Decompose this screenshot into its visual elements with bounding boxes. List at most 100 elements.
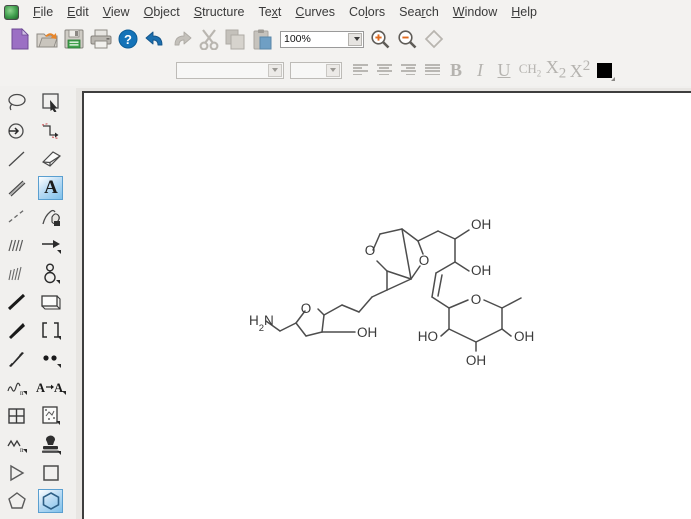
- atom-label-pyranose-oxygen: O: [471, 292, 482, 307]
- stamp-tool[interactable]: [34, 430, 68, 459]
- align-justify-button[interactable]: [420, 58, 444, 82]
- svg-text:A: A: [36, 381, 45, 395]
- cut-button: [195, 26, 222, 53]
- atom-label-pyranose-hydroxyl-bottom: OH: [466, 353, 486, 368]
- superscript-button[interactable]: X2: [568, 58, 592, 82]
- drawing-canvas[interactable]: H2N O OH O O OH OH O HO OH OH: [82, 91, 691, 519]
- underline-button[interactable]: U: [492, 58, 516, 82]
- table-tool[interactable]: [0, 402, 34, 431]
- eyedropper-tool[interactable]: [0, 117, 34, 146]
- menu-search[interactable]: Search: [392, 3, 446, 21]
- chevron-down-icon[interactable]: [326, 63, 340, 77]
- menu-window[interactable]: Window: [446, 3, 504, 21]
- atom-label-pyranose-hydroxyl-left: HO: [418, 329, 438, 344]
- menu-view[interactable]: View: [96, 3, 137, 21]
- bracket-tool[interactable]: [34, 316, 68, 345]
- app-logo-icon: [4, 4, 19, 20]
- menu-edit[interactable]: Edit: [60, 3, 96, 21]
- menu-colors[interactable]: Colors: [342, 3, 392, 21]
- dashed-bond-tool[interactable]: [0, 202, 34, 231]
- atom-label-bicyclic-oxygen-2: O: [419, 253, 430, 268]
- text-tool[interactable]: A: [34, 174, 68, 203]
- letter-a-icon: A: [44, 176, 58, 198]
- zoom-out-button[interactable]: [393, 26, 420, 53]
- chemical-structure[interactable]: H2N O OH O O OH OH O HO OH OH: [84, 93, 691, 519]
- bold-button[interactable]: B: [444, 58, 468, 82]
- atom-label-pyranose-hydroxyl-right: OH: [514, 329, 534, 344]
- font-size-combo[interactable]: [290, 61, 342, 79]
- atom-replace-tool[interactable]: AA: [34, 373, 68, 402]
- align-left-button[interactable]: [348, 58, 372, 82]
- solid-bond-tool[interactable]: [0, 145, 34, 174]
- marquee-select-tool[interactable]: [34, 88, 68, 117]
- heptagon-ring-tool[interactable]: [0, 516, 34, 519]
- menu-help[interactable]: Help: [504, 3, 544, 21]
- svg-text:A: A: [54, 381, 63, 395]
- squiggle-bond-tool[interactable]: n: [0, 373, 34, 402]
- save-button[interactable]: [60, 26, 87, 53]
- zoom-level-combo[interactable]: 100%: [280, 30, 364, 48]
- svg-text:n: n: [20, 389, 24, 397]
- menu-object[interactable]: Object: [137, 3, 187, 21]
- lasso-select-tool[interactable]: [0, 88, 34, 117]
- align-center-button[interactable]: [372, 58, 396, 82]
- font-name-combo[interactable]: [176, 61, 284, 79]
- wedge-bond-tool[interactable]: [0, 316, 34, 345]
- italic-label: I: [477, 59, 483, 80]
- triangle-ring-tool[interactable]: [0, 459, 34, 488]
- subscript-button[interactable]: X2: [544, 57, 568, 82]
- chain-tool[interactable]: n: [0, 430, 34, 459]
- bold-label: B: [449, 59, 462, 80]
- orbital-tool[interactable]: [34, 259, 68, 288]
- menu-structure[interactable]: Structure: [187, 3, 252, 21]
- arrow-tool[interactable]: [34, 231, 68, 260]
- text-color-swatch[interactable]: [592, 58, 616, 82]
- octagon-ring-tool[interactable]: [34, 516, 68, 519]
- new-document-button[interactable]: [6, 26, 33, 53]
- chain-bond-tool[interactable]: [34, 117, 68, 146]
- chevron-down-icon[interactable]: [268, 63, 282, 77]
- align-justify-icon: [424, 64, 440, 76]
- menu-curves[interactable]: Curves: [288, 3, 342, 21]
- atom-label-chain-hydroxyl-1: OH: [471, 217, 491, 232]
- canvas-scroll-area: H2N O OH O O OH OH O HO OH OH: [76, 88, 691, 519]
- wedge-hash-tool[interactable]: [0, 259, 34, 288]
- benzene-ring-tool[interactable]: [34, 487, 68, 516]
- italic-button[interactable]: I: [468, 58, 492, 82]
- eraser-tool[interactable]: [34, 145, 68, 174]
- align-center-icon: [376, 64, 392, 76]
- align-right-button[interactable]: [396, 58, 420, 82]
- undo-button[interactable]: [141, 26, 168, 53]
- superscript-label: X2: [569, 58, 591, 81]
- square-ring-tool[interactable]: [34, 459, 68, 488]
- font-size-value: [291, 67, 294, 79]
- font-name-value: [177, 67, 180, 79]
- copy-button: [222, 26, 249, 53]
- tool-palette: A n A A n: [0, 86, 68, 519]
- zoom-in-button[interactable]: [366, 26, 393, 53]
- pentagon-ring-tool[interactable]: [0, 487, 34, 516]
- electron-dots-tool[interactable]: [34, 345, 68, 374]
- chevron-down-icon[interactable]: [348, 32, 362, 46]
- hash-bond-tool[interactable]: [0, 231, 34, 260]
- print-button[interactable]: [87, 26, 114, 53]
- diamond-tool-button[interactable]: [420, 26, 447, 53]
- paste-button: [249, 26, 276, 53]
- multiple-bond-tool[interactable]: [0, 174, 34, 203]
- align-right-icon: [400, 64, 416, 76]
- help-button[interactable]: ?: [114, 26, 141, 53]
- atom-label-amine: H2N: [249, 313, 274, 334]
- svg-text:n: n: [20, 446, 24, 454]
- formula-button[interactable]: CH2: [516, 58, 544, 82]
- bold-bond-tool[interactable]: [0, 288, 34, 317]
- menu-text[interactable]: Text: [251, 3, 288, 21]
- menu-file[interactable]: File: [26, 3, 60, 21]
- rectangle-frame-tool[interactable]: [34, 288, 68, 317]
- hashed-wedge-tool[interactable]: [0, 345, 34, 374]
- zoom-level-value: 100%: [284, 33, 311, 45]
- template-tool[interactable]: [34, 402, 68, 431]
- text-format-toolbar: B I U CH2 X2 X2: [0, 54, 691, 86]
- atom-label-thf-hydroxyl: OH: [357, 325, 377, 340]
- pen-tool[interactable]: [34, 202, 68, 231]
- open-button[interactable]: [33, 26, 60, 53]
